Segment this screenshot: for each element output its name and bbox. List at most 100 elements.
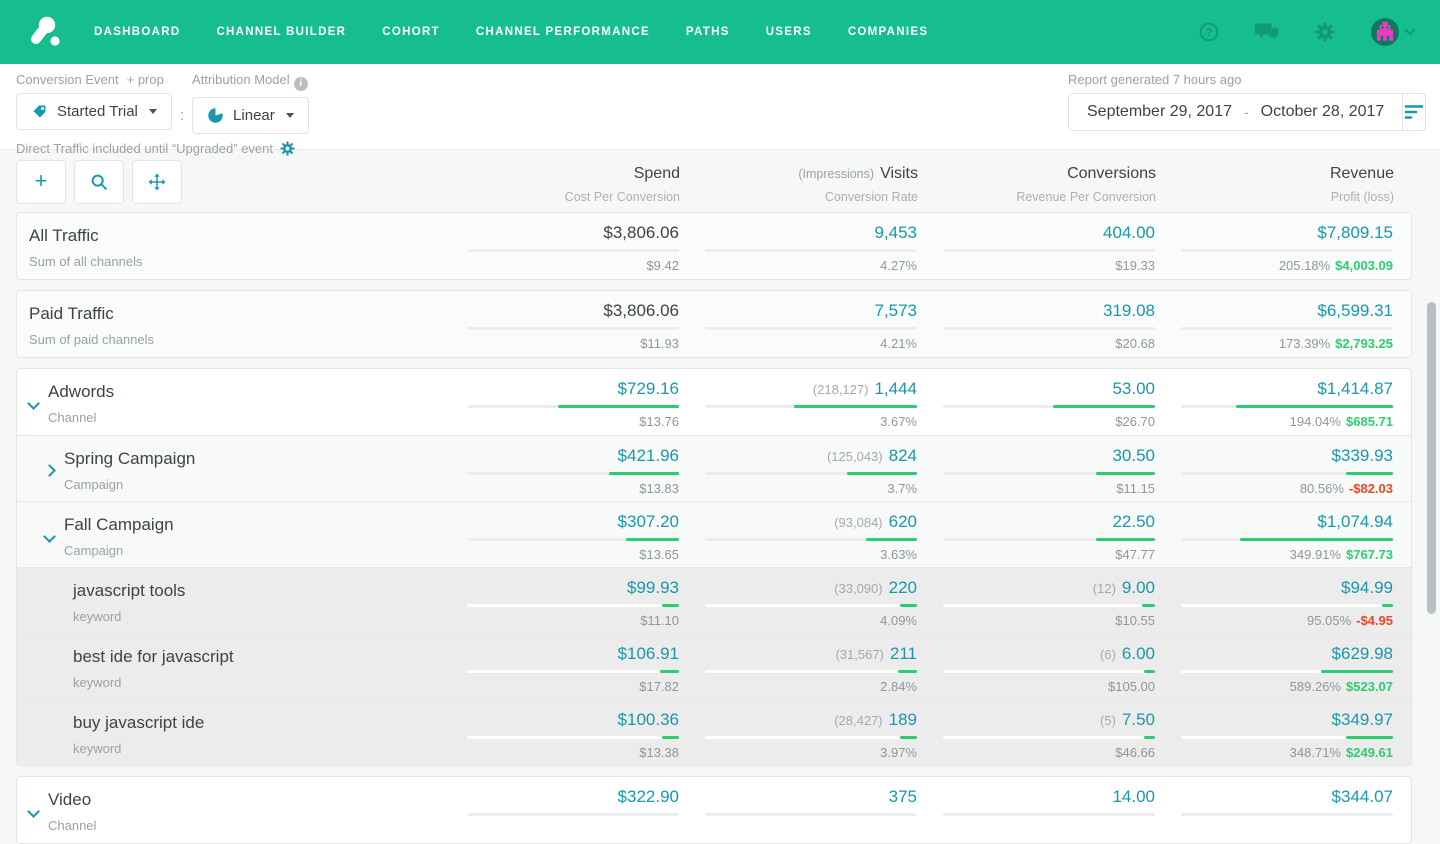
metric-pre: (33,090)	[834, 581, 882, 596]
nav-item-users[interactable]: USERS	[766, 26, 812, 38]
metric-value[interactable]: 319.08	[1103, 301, 1155, 320]
expand-chevron-icon[interactable]	[43, 530, 56, 543]
visits-cell: (218,127)1,444 3.67%	[679, 369, 917, 435]
metric-sub: $47.77	[943, 547, 1155, 562]
revenue-cell: $629.98 589.26%$523.07	[1155, 634, 1393, 699]
conversions-cell: 22.50 $47.77	[917, 502, 1155, 567]
metric-value[interactable]: 620	[889, 512, 917, 531]
scrollbar-thumb[interactable]	[1427, 302, 1436, 614]
metric-bar	[705, 538, 917, 541]
metric-value[interactable]: $307.20	[618, 512, 679, 531]
table-row[interactable]: Paid Traffic Sum of paid channels $3,806…	[17, 291, 1411, 357]
date-end: October 28, 2017	[1261, 103, 1385, 121]
search-button[interactable]	[74, 160, 124, 204]
table-row[interactable]: buy javascript ide keyword $100.36 $13.3…	[17, 699, 1411, 765]
metric-pre: (5)	[1100, 713, 1116, 728]
metric-value[interactable]: $629.98	[1332, 644, 1393, 663]
metric-value[interactable]: $3,806.06	[603, 223, 679, 242]
expand-chevron-icon[interactable]	[27, 397, 40, 410]
metric-value[interactable]: 189	[889, 710, 917, 729]
metric-value[interactable]: $94.99	[1341, 578, 1393, 597]
revenue-cell: $1,414.87 194.04%$685.71	[1155, 369, 1393, 435]
metric-bar	[943, 249, 1155, 252]
table-row[interactable]: Video Channel $322.90 375 14.00 $344.07	[17, 777, 1411, 843]
metric-pre: (12)	[1093, 581, 1116, 596]
column-header-visits[interactable]: (Impressions)Visits Conversion Rate	[680, 160, 918, 204]
nav-item-paths[interactable]: PATHS	[686, 26, 730, 38]
metric-value[interactable]: $7,809.15	[1317, 223, 1393, 242]
attribution-model-value: Linear	[233, 107, 275, 124]
expand-chevron-icon[interactable]	[43, 464, 56, 477]
metric-value[interactable]: 1,444	[874, 379, 917, 398]
table-row[interactable]: Spring Campaign Campaign $421.96 $13.83 …	[17, 435, 1411, 501]
table-row[interactable]: javascript tools keyword $99.93 $11.10 (…	[17, 567, 1411, 633]
metric-value[interactable]: 220	[889, 578, 917, 597]
nav-item-channel-performance[interactable]: CHANNEL PERFORMANCE	[476, 26, 650, 38]
metric-value[interactable]: 22.50	[1112, 512, 1155, 531]
app-logo-icon[interactable]	[26, 14, 62, 50]
nav-item-channel-builder[interactable]: CHANNEL BUILDER	[216, 26, 346, 38]
column-header-revenue[interactable]: Revenue Profit (loss)	[1156, 160, 1394, 204]
add-prop-link[interactable]: + prop	[127, 72, 164, 87]
metric-value[interactable]: 211	[890, 644, 917, 663]
metric-value[interactable]: $349.97	[1332, 710, 1393, 729]
metric-value[interactable]: $729.16	[618, 379, 679, 398]
metric-value[interactable]: $100.36	[618, 710, 679, 729]
column-header-spend[interactable]: Spend Cost Per Conversion	[442, 160, 680, 204]
row-title: Video	[48, 789, 96, 811]
settings-icon[interactable]	[1315, 22, 1335, 42]
metric-value[interactable]: $339.93	[1332, 446, 1393, 465]
metric-value[interactable]: $106.91	[618, 644, 679, 663]
chevron-down-icon[interactable]	[1404, 24, 1415, 35]
table-row[interactable]: All Traffic Sum of all channels $3,806.0…	[17, 213, 1411, 279]
metric-value[interactable]: 404.00	[1103, 223, 1155, 242]
metric-sub: 4.09%	[705, 613, 917, 628]
metric-sub: $26.70	[943, 414, 1155, 429]
row-subtitle: keyword	[73, 609, 185, 624]
info-icon[interactable]: i	[294, 77, 308, 91]
table-row[interactable]: Adwords Channel $729.16 $13.76 (218,127)…	[17, 369, 1411, 435]
metric-value[interactable]: $3,806.06	[603, 301, 679, 320]
conversions-cell: 319.08 $20.68	[917, 291, 1155, 357]
metric-value[interactable]: $1,074.94	[1317, 512, 1393, 531]
metric-value[interactable]: $6,599.31	[1317, 301, 1393, 320]
metric-value[interactable]: 30.50	[1112, 446, 1155, 465]
avatar[interactable]	[1371, 18, 1399, 46]
help-icon[interactable]: ?	[1199, 22, 1219, 42]
metric-value[interactable]: $1,414.87	[1317, 379, 1393, 398]
metric-value[interactable]: 7.50	[1122, 710, 1155, 729]
metric-value[interactable]: $421.96	[618, 446, 679, 465]
chat-icon[interactable]	[1255, 22, 1279, 42]
nav-item-dashboard[interactable]: DASHBOARD	[94, 26, 180, 38]
metric-sub: $19.33	[943, 258, 1155, 273]
expand-chevron-icon[interactable]	[27, 805, 40, 818]
filter-icon[interactable]	[1402, 94, 1425, 130]
metric-value[interactable]: $99.93	[627, 578, 679, 597]
metric-value[interactable]: 824	[889, 446, 917, 465]
spend-cell: $3,806.06 $9.42	[441, 213, 679, 279]
metric-value[interactable]: 9.00	[1122, 578, 1155, 597]
reorder-button[interactable]	[132, 160, 182, 204]
metric-bar	[705, 670, 917, 673]
metric-sub: 2.84%	[705, 679, 917, 694]
spend-cell: $322.90	[441, 777, 679, 843]
metric-value[interactable]: 53.00	[1112, 379, 1155, 398]
table-row[interactable]: Fall Campaign Campaign $307.20 $13.65 (9…	[17, 501, 1411, 567]
metric-value[interactable]: 9,453	[874, 223, 917, 242]
row-subtitle: Channel	[48, 818, 96, 833]
metric-bar	[943, 736, 1155, 739]
nav-item-companies[interactable]: COMPANIES	[848, 26, 929, 38]
nav-item-cohort[interactable]: COHORT	[382, 26, 440, 38]
metric-sub: 95.05%-$4.95	[1181, 613, 1393, 628]
column-header-conversions[interactable]: Conversions Revenue Per Conversion	[918, 160, 1156, 204]
metric-value[interactable]: 7,573	[874, 301, 917, 320]
table-row[interactable]: best ide for javascript keyword $106.91 …	[17, 633, 1411, 699]
caret-down-icon	[149, 109, 157, 114]
metric-value[interactable]: 6.00	[1122, 644, 1155, 663]
date-range-value[interactable]: September 29, 2017 - October 28, 2017	[1069, 94, 1402, 130]
add-channel-button[interactable]: +	[16, 160, 66, 204]
plus-icon: +	[35, 170, 48, 192]
attribution-model-dropdown[interactable]: Linear	[192, 97, 309, 134]
conversion-event-dropdown[interactable]: Started Trial	[16, 93, 172, 130]
conversions-cell: (12)9.00 $10.55	[917, 568, 1155, 633]
